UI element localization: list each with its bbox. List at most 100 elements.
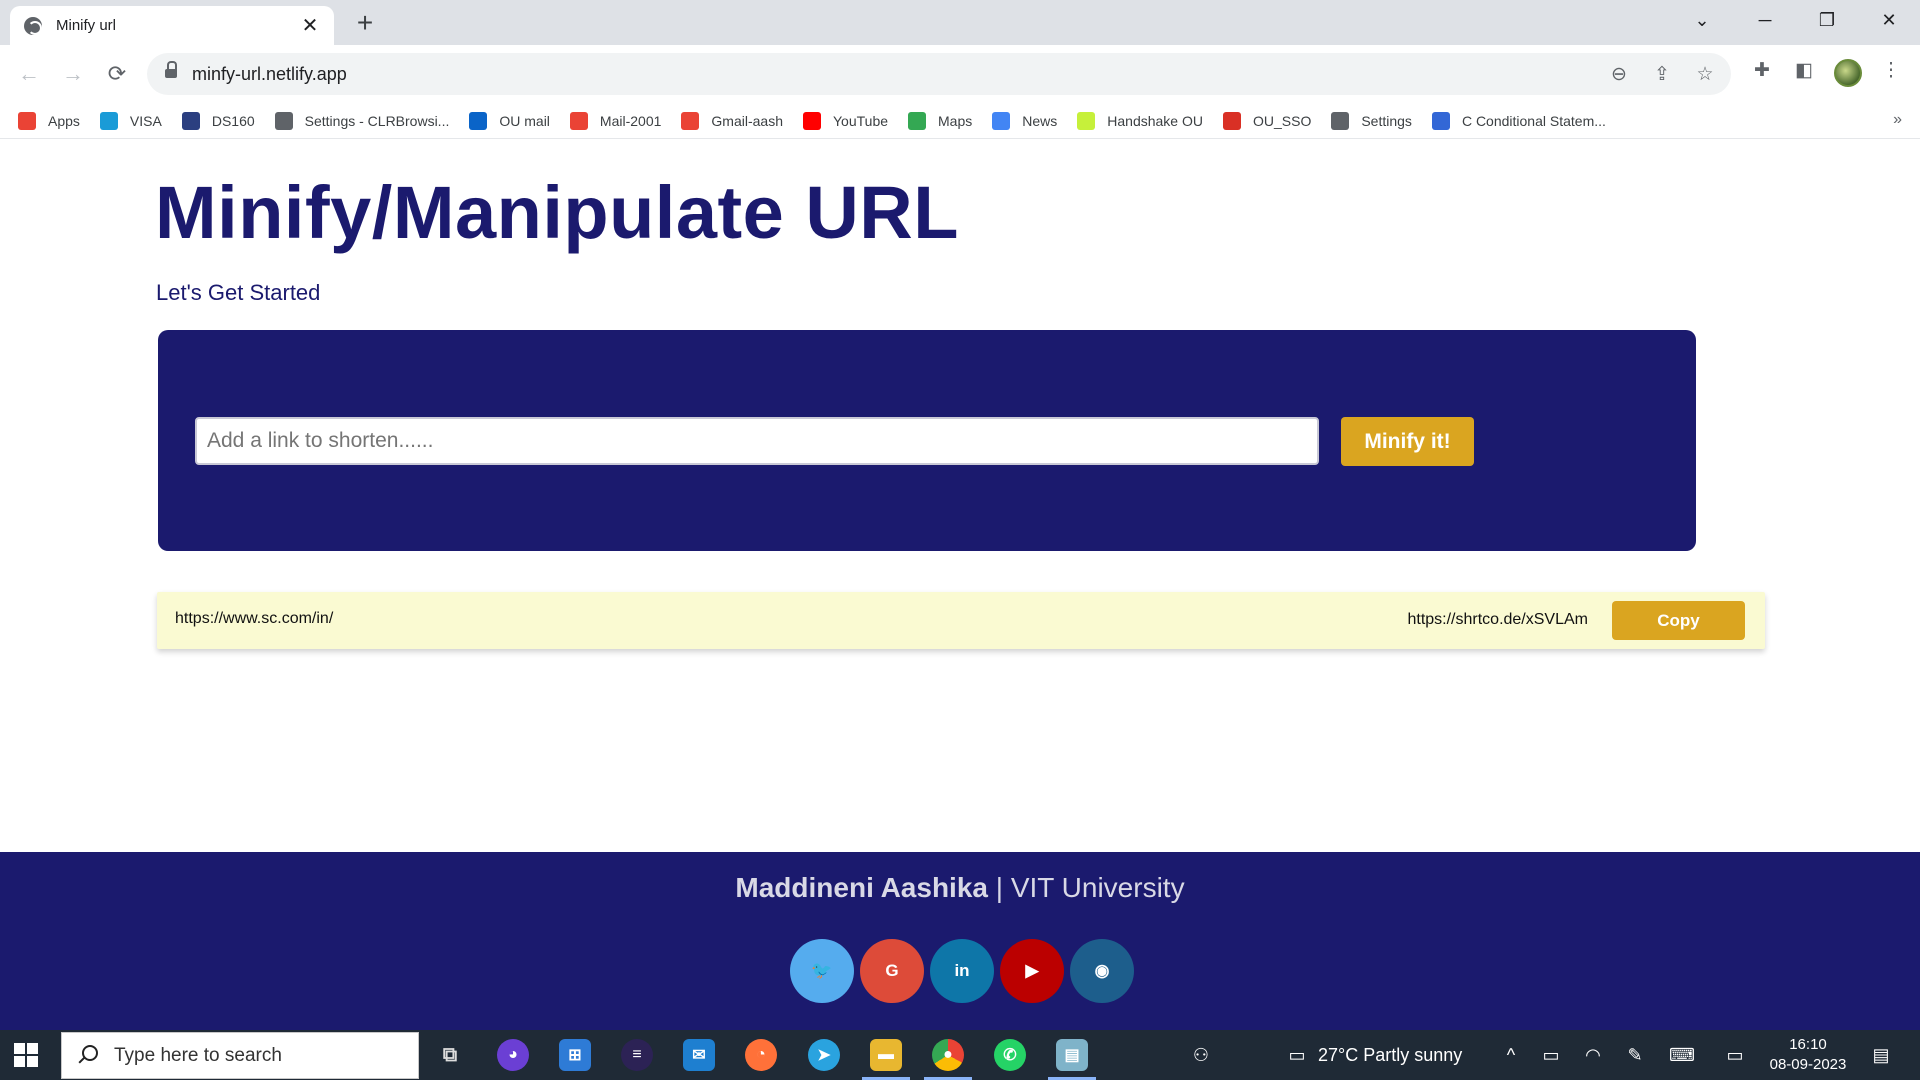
bookmark-item[interactable]: VISA — [99, 111, 162, 130]
forward-arrow-icon[interactable]: → — [58, 59, 88, 89]
app-mask-icon[interactable]: ◕ — [497, 1039, 529, 1071]
minimize-button[interactable]: ─ — [1735, 0, 1795, 40]
wifi-icon[interactable]: ◠ — [1580, 1030, 1606, 1080]
bookmarks-bar: Apps VISA DS160 Settings - CLRBrowsi... OU m… — [0, 103, 1920, 139]
windows-taskbar: Type here to search ⧉ ◕ ⊞ ≡ ✉ ◔ ➤ ▬ ● ✆ … — [0, 1030, 1920, 1080]
pen-icon[interactable]: ✎ — [1622, 1030, 1648, 1080]
copy-button[interactable]: Copy — [1612, 601, 1745, 640]
handshake-icon — [1077, 111, 1096, 130]
bookmark-label: VISA — [129, 112, 162, 129]
short-url: https://shrtco.de/xSVLAm — [1407, 611, 1588, 628]
tab-title: Minify url — [56, 17, 117, 34]
minify-button[interactable]: Minify it! — [1341, 417, 1474, 466]
news-icon — [992, 111, 1011, 130]
windows-start-icon[interactable] — [14, 1043, 38, 1067]
bookmark-item[interactable]: Apps — [18, 111, 80, 130]
bookmark-label: Settings — [1361, 112, 1412, 129]
zoom-icon[interactable]: ⊖ — [1607, 63, 1631, 87]
bookmark-label: Handshake OU — [1107, 112, 1203, 129]
weather-text[interactable]: 27°C Partly sunny — [1318, 1030, 1478, 1080]
weather-icon[interactable]: ▭ — [1282, 1030, 1312, 1080]
eclipse-icon[interactable]: ≡ — [621, 1039, 653, 1071]
bookmark-item[interactable]: Mail-2001 — [569, 111, 661, 130]
clock[interactable]: 16:10 08-09-2023 — [1758, 1035, 1858, 1075]
gear-icon — [274, 111, 293, 130]
profile-avatar[interactable] — [1834, 59, 1862, 87]
side-panel-icon[interactable]: ◧ — [1791, 58, 1817, 84]
footer-credit: Maddineni Aashika | VIT University — [0, 872, 1920, 904]
bookmark-item[interactable]: OU mail — [469, 111, 550, 130]
bookmark-item[interactable]: News — [992, 111, 1058, 130]
people-icon[interactable]: ⚇ — [1186, 1030, 1216, 1080]
bookmark-label: DS160 — [211, 112, 255, 129]
browser-tab[interactable]: Minify url ✕ — [10, 6, 334, 45]
c-lang-icon — [1431, 111, 1450, 130]
chrome-icon[interactable]: ● — [932, 1039, 964, 1071]
taskbar-search[interactable]: Type here to search — [61, 1032, 419, 1079]
search-icon — [76, 1044, 98, 1067]
menu-kebab-icon[interactable]: ⋮ — [1878, 58, 1904, 84]
bookmark-item[interactable]: C Conditional Statem... — [1431, 111, 1606, 130]
bookmark-label: Apps — [48, 112, 80, 129]
bookmark-label: Gmail-aash — [711, 112, 783, 129]
back-arrow-icon[interactable]: ← — [14, 59, 44, 89]
bookmark-item[interactable]: Settings - CLRBrowsi... — [274, 111, 449, 130]
bookmark-item[interactable]: Maps — [908, 111, 972, 130]
maps-pin-icon — [908, 111, 927, 130]
page-title: Minify/Manipulate URL — [155, 171, 959, 254]
bookmark-label: News — [1022, 112, 1058, 129]
bookmark-item[interactable]: OU_SSO — [1222, 111, 1311, 130]
twitter-icon[interactable]: 🐦 — [790, 939, 854, 1003]
github-icon[interactable]: ◉ — [1070, 939, 1134, 1003]
credit-separator: | — [987, 872, 1011, 903]
bookmark-item[interactable]: Settings — [1331, 111, 1412, 130]
keyboard-icon[interactable]: ⌨ — [1666, 1030, 1698, 1080]
linkedin-icon[interactable]: in — [930, 939, 994, 1003]
reload-icon[interactable]: ⟳ — [102, 59, 132, 89]
battery-icon[interactable]: ▭ — [1538, 1030, 1564, 1080]
extensions-puzzle-icon[interactable]: ✚ — [1749, 58, 1775, 84]
footer: Maddineni Aashika | VIT University 🐦 Gin ▶… — [0, 852, 1920, 1030]
whatsapp-icon[interactable]: ✆ — [994, 1039, 1026, 1071]
apps-grid-icon — [18, 111, 36, 130]
taskbar-search-placeholder: Type here to search — [114, 1044, 282, 1066]
youtube-icon[interactable]: ▶ — [1000, 939, 1064, 1003]
close-tab-icon[interactable]: ✕ — [300, 13, 320, 38]
file-explorer-icon[interactable]: ▬ — [870, 1039, 902, 1071]
bookmark-item[interactable]: Handshake OU — [1077, 111, 1203, 130]
share-icon[interactable]: ⇪ — [1650, 63, 1674, 87]
telegram-icon[interactable]: ➤ — [808, 1039, 840, 1071]
browser-tabstrip: Minify url ✕ + ⌄ ─ ❐ ✕ — [0, 0, 1920, 45]
task-view-icon[interactable]: ⧉ — [434, 1039, 466, 1071]
youtube-icon — [803, 111, 821, 130]
address-bar[interactable]: minfy-url.netlify.app ⊖ ⇪ ☆ — [147, 53, 1731, 95]
microsoft-store-icon[interactable]: ⊞ — [559, 1039, 591, 1071]
bookmark-label: C Conditional Statem... — [1461, 112, 1606, 129]
bookmark-item[interactable]: YouTube — [803, 111, 888, 130]
notepad-icon[interactable]: ▤ — [1056, 1039, 1088, 1071]
gear-icon — [1331, 111, 1350, 130]
new-tab-button[interactable]: + — [350, 8, 380, 38]
outlook-icon — [469, 111, 488, 130]
original-url: https://www.sc.com/in/ — [175, 610, 334, 627]
bookmark-label: OU mail — [499, 112, 550, 129]
tab-search-icon[interactable]: ⌄ — [1672, 0, 1732, 40]
google-icon[interactable]: G — [860, 939, 924, 1003]
link-input[interactable] — [195, 417, 1319, 465]
address-url[interactable]: minfy-url.netlify.app — [192, 64, 347, 85]
gmail-icon — [681, 111, 700, 130]
firefox-icon[interactable]: ◔ — [745, 1039, 777, 1071]
notifications-icon[interactable]: ▤ — [1866, 1030, 1896, 1080]
result-row: https://www.sc.com/in/ https://shrtco.de… — [157, 592, 1765, 649]
bookmark-star-icon[interactable]: ☆ — [1693, 63, 1717, 87]
bookmarks-overflow-icon[interactable]: » — [1893, 111, 1902, 129]
chevron-up-icon[interactable]: ^ — [1498, 1030, 1524, 1080]
bookmark-item[interactable]: DS160 — [181, 111, 255, 130]
restore-button[interactable]: ❐ — [1797, 0, 1857, 40]
close-window-button[interactable]: ✕ — [1859, 0, 1919, 40]
display-icon[interactable]: ▭ — [1722, 1030, 1748, 1080]
bookmark-item[interactable]: Gmail-aash — [681, 111, 783, 130]
cloud-icon — [99, 111, 118, 130]
author-org: VIT University — [1010, 872, 1185, 903]
mail-icon[interactable]: ✉ — [683, 1039, 715, 1071]
